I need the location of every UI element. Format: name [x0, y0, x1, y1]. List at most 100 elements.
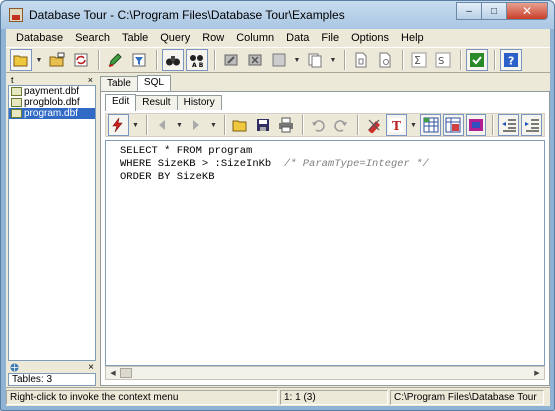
open-sql-button[interactable] [230, 114, 251, 136]
previous-query-button[interactable] [152, 114, 173, 136]
menu-help[interactable]: Help [395, 29, 430, 47]
panel-close-icon[interactable]: × [88, 75, 93, 85]
menu-column[interactable]: Column [230, 29, 280, 47]
svg-text:Σ: Σ [414, 54, 421, 67]
find-button[interactable] [162, 49, 184, 71]
goto-button[interactable] [304, 49, 326, 71]
binoculars-replace-icon: A B [190, 55, 204, 68]
clear-button[interactable] [363, 114, 384, 136]
sql-editor[interactable]: SELECT * FROM program WHERE SizeKB > :Si… [105, 140, 545, 366]
refresh-button[interactable] [70, 49, 92, 71]
info-panel-header: × [8, 362, 96, 373]
print-sql-button[interactable] [275, 114, 296, 136]
parameters-icon [469, 119, 484, 131]
close-button[interactable]: ✕ [506, 2, 548, 20]
status-path: C:\Program Files\Database Tour [390, 389, 544, 405]
text-format-button[interactable]: T [386, 114, 407, 136]
open-folder-button[interactable] [46, 49, 68, 71]
new-document-button[interactable] [350, 49, 372, 71]
table-file-icon [11, 98, 22, 107]
next-query-button[interactable] [186, 114, 207, 136]
copy-record-icon [248, 54, 262, 66]
outdent-button[interactable] [498, 114, 520, 136]
menu-query[interactable]: Query [154, 29, 196, 47]
execute-dropdown[interactable]: ▼ [131, 114, 140, 136]
sql-toolbar: ▼ ▼ ▼ T ▼ [105, 113, 545, 137]
scroll-left-icon[interactable]: ◀ [106, 367, 120, 379]
menu-search[interactable]: Search [69, 29, 116, 47]
parameters-button[interactable] [465, 114, 487, 136]
tab-history[interactable]: History [176, 95, 222, 110]
table-view-button[interactable] [442, 114, 464, 136]
title-bar[interactable]: Database Tour - C:\Program Files\Databas… [1, 1, 554, 29]
check-button[interactable] [466, 49, 488, 71]
info-close-icon[interactable]: × [88, 362, 94, 373]
minimize-button[interactable]: – [456, 2, 482, 20]
printer-icon [278, 117, 293, 133]
copy-record-button[interactable] [244, 49, 266, 71]
info-globe-icon [10, 363, 19, 372]
toolbar-separator [98, 50, 100, 70]
main-toolbar: ▼ A B ▼ ▼ Σ S ? [6, 47, 550, 73]
panel-indicator: t [11, 75, 14, 85]
sum-button[interactable]: Σ [408, 49, 430, 71]
list-item-selected[interactable]: program.dbf [9, 108, 95, 119]
previous-query-dropdown[interactable]: ▼ [175, 114, 184, 136]
app-window: Database Tour - C:\Program Files\Databas… [0, 0, 555, 411]
text-format-dropdown[interactable]: ▼ [409, 114, 418, 136]
list-item[interactable]: progblob.dbf [9, 97, 95, 108]
open-database-button[interactable] [10, 49, 32, 71]
scroll-right-icon[interactable]: ▶ [530, 367, 544, 379]
clear-icon [367, 119, 380, 133]
bookmark-button[interactable] [268, 49, 290, 71]
menu-bar: Database Search Table Query Row Column D… [6, 29, 550, 47]
tab-result[interactable]: Result [135, 95, 178, 110]
edit-record-button[interactable] [220, 49, 242, 71]
list-item-label: program.dbf [24, 108, 78, 119]
bookmark-icon [272, 53, 286, 67]
tab-table[interactable]: Table [100, 76, 138, 91]
toolbar-separator [460, 50, 462, 70]
help-button[interactable]: ? [500, 49, 522, 71]
undo-button[interactable] [308, 114, 329, 136]
toolbar-separator [357, 115, 360, 135]
tab-sql[interactable]: SQL [136, 75, 171, 92]
menu-table[interactable]: Table [116, 29, 154, 47]
table-list[interactable]: payment.dbf progblob.dbf program.dbf [8, 85, 96, 361]
menu-data[interactable]: Data [280, 29, 315, 47]
tab-edit[interactable]: Edit [105, 94, 137, 111]
client-area: Database Search Table Query Row Column D… [6, 29, 550, 406]
app-icon[interactable] [9, 8, 23, 22]
arrow-left-icon [159, 120, 166, 130]
goto-dropdown[interactable]: ▼ [328, 49, 338, 71]
grid-icon [423, 117, 439, 133]
svg-text:A B: A B [192, 62, 204, 68]
redo-button[interactable] [331, 114, 352, 136]
sigma-icon: Σ [411, 52, 427, 68]
save-sql-button[interactable] [253, 114, 274, 136]
list-item[interactable]: payment.dbf [9, 86, 95, 97]
edit-mode-button[interactable] [104, 49, 126, 71]
query-builder-button[interactable] [420, 114, 441, 136]
statistics-icon: S [435, 52, 451, 68]
code-line: ORDER BY SizeKB [120, 171, 544, 184]
next-query-dropdown[interactable]: ▼ [209, 114, 218, 136]
maximize-button[interactable]: □ [481, 2, 507, 20]
indent-button[interactable] [521, 114, 542, 136]
toolbar-separator [224, 115, 227, 135]
bookmark-dropdown[interactable]: ▼ [292, 49, 302, 71]
filter-button[interactable] [128, 49, 150, 71]
filter-icon [132, 53, 146, 67]
menu-file[interactable]: File [315, 29, 345, 47]
menu-options[interactable]: Options [345, 29, 395, 47]
menu-database[interactable]: Database [10, 29, 69, 47]
find-replace-button[interactable]: A B [186, 49, 208, 71]
code-text: WHERE SizeKB > :SizeInKb [120, 158, 284, 170]
view-document-button[interactable] [374, 49, 396, 71]
menu-row[interactable]: Row [196, 29, 230, 47]
execute-button[interactable] [108, 114, 129, 136]
scroll-thumb[interactable] [120, 368, 132, 378]
horizontal-scrollbar[interactable]: ◀ ▶ [105, 366, 545, 380]
open-database-dropdown[interactable]: ▼ [34, 49, 44, 71]
statistics-button[interactable]: S [432, 49, 454, 71]
